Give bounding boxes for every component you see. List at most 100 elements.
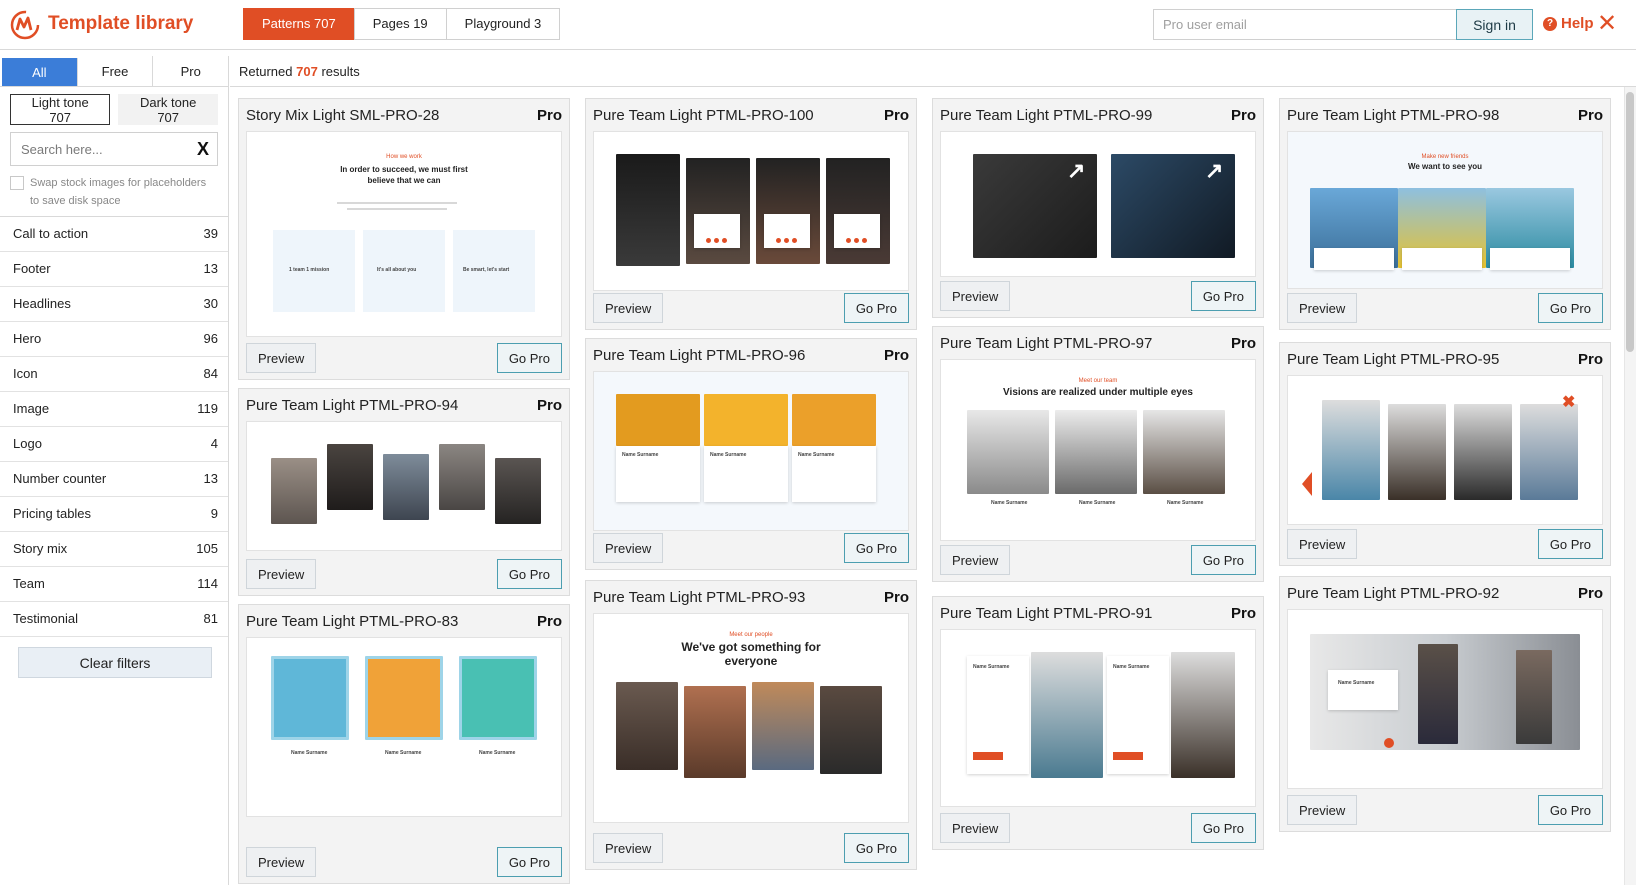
preview-button[interactable]: Preview [593,833,664,863]
tab-patterns[interactable]: Patterns 707 [243,8,355,40]
thumb-name: Name Surname [710,452,747,458]
go-pro-button[interactable]: Go Pro [843,833,909,863]
card-title: Pure Team Light PTML-PRO-93 [593,588,806,606]
results-summary: Returned 707 results [230,56,1636,87]
template-thumbnail[interactable]: Make new friends We want to see you [1287,131,1603,289]
category-item[interactable]: Hero 96 [0,322,228,357]
preview-button[interactable]: Preview [940,813,1011,843]
template-thumbnail[interactable]: Name Surname Name Surname Name Surname [593,371,909,531]
category-label: Icon [13,366,38,381]
clear-filters-button[interactable]: Clear filters [18,647,212,678]
pro-badge: Pro [1577,584,1603,602]
template-thumbnail[interactable]: ↗ ↗ [940,131,1256,277]
category-item[interactable]: Number counter 13 [0,462,228,497]
go-pro-button[interactable]: Go Pro [1537,293,1603,323]
preview-button[interactable]: Preview [940,545,1011,575]
category-item[interactable]: Image 119 [0,392,228,427]
category-count: 9 [210,506,218,521]
template-thumbnail[interactable]: How we work In order to succeed, we must… [246,131,562,337]
go-pro-button[interactable]: Go Pro [1190,281,1256,311]
help-link[interactable]: ? Help [1543,15,1594,32]
category-item[interactable]: Footer 13 [0,252,228,287]
results-count: 707 [296,64,318,79]
pro-badge: Pro [1230,604,1256,622]
swap-images-option: Swap stock images for placeholders to sa… [0,166,228,210]
search-input[interactable] [11,133,217,165]
preview-button[interactable]: Preview [246,559,317,589]
go-pro-button[interactable]: Go Pro [843,533,909,563]
category-label: Footer [13,261,51,276]
category-count: 114 [197,576,218,591]
go-pro-button[interactable]: Go Pro [1537,795,1603,825]
preview-button[interactable]: Preview [1287,293,1358,323]
card-title: Story Mix Light SML-PRO-28 [246,106,440,124]
filter-tab-free[interactable]: Free [78,56,154,86]
category-item[interactable]: Icon 84 [0,357,228,392]
go-pro-button[interactable]: Go Pro [843,293,909,323]
pro-badge: Pro [1577,350,1603,368]
thumb-name: Name Surname [385,750,422,756]
template-card: Pure Team Light PTML-PRO-96 Pro Name Surn… [585,338,917,570]
tone-toggle: Light tone 707 Dark tone 707 [0,87,228,125]
template-thumbnail[interactable] [593,131,909,291]
light-tone-button[interactable]: Light tone 707 [10,94,111,125]
tab-pages[interactable]: Pages 19 [353,8,447,40]
go-pro-button[interactable]: Go Pro [1190,813,1256,843]
category-label: Call to action [13,226,89,241]
thumb-headline: We've got something for everyone [681,640,821,668]
template-thumbnail[interactable]: Name Surname [1287,609,1603,789]
template-thumbnail[interactable]: Meet our people We've got something for … [593,613,909,823]
template-thumbnail[interactable]: Meet our team Visions are realized under… [940,359,1256,541]
category-item[interactable]: Team 114 [0,567,228,602]
pro-email-input[interactable] [1153,9,1458,40]
pro-badge: Pro [883,106,909,124]
pro-badge: Pro [1230,334,1256,352]
thumb-name: Name Surname [798,452,835,458]
pro-badge: Pro [1230,106,1256,124]
dark-tone-button[interactable]: Dark tone 707 [118,94,218,125]
swap-images-checkbox[interactable] [10,176,24,190]
preview-button[interactable]: Preview [593,533,664,563]
question-circle-icon: ? [1543,16,1557,31]
template-thumbnail[interactable]: Name Surname Name Surname [940,629,1256,807]
preview-button[interactable]: Preview [246,847,317,877]
category-item[interactable]: Testimonial 81 [0,602,228,637]
go-pro-button[interactable]: Go Pro [1537,529,1603,559]
preview-button[interactable]: Preview [593,293,664,323]
sign-in-button[interactable]: Sign in [1456,9,1533,40]
swap-images-label: Swap stock images for placeholders to sa… [30,177,207,207]
category-label: Number counter [13,471,107,486]
category-item[interactable]: Call to action 39 [0,217,228,252]
go-pro-button[interactable]: Go Pro [496,343,562,373]
search-box: X [10,132,218,166]
filter-tab-all[interactable]: All [2,58,78,86]
category-label: Team [13,576,45,591]
tab-playground[interactable]: Playground 3 [445,8,561,40]
category-item[interactable]: Story mix 105 [0,532,228,567]
category-item[interactable]: Logo 4 [0,427,228,462]
category-count: 13 [203,471,218,486]
top-header: Template library Patterns 707 Pages 19 P… [0,0,1636,50]
search-clear-icon[interactable]: X [197,139,209,160]
template-thumbnail[interactable] [246,421,562,551]
template-thumbnail[interactable]: ✖ [1287,375,1603,525]
app-title: Template library [48,13,194,34]
thumb-headline: In order to succeed, we must first belie… [340,165,468,185]
go-pro-button[interactable]: Go Pro [496,847,562,877]
pro-badge: Pro [536,106,562,124]
category-item[interactable]: Pricing tables 9 [0,497,228,532]
go-pro-button[interactable]: Go Pro [1190,545,1256,575]
thumb-name: Name Surname [622,452,659,458]
preview-button[interactable]: Preview [246,343,317,373]
template-thumbnail[interactable]: Name Surname Name Surname Name Surname [246,637,562,817]
go-pro-button[interactable]: Go Pro [496,559,562,589]
category-count: 13 [203,261,218,276]
preview-button[interactable]: Preview [1287,795,1358,825]
preview-button[interactable]: Preview [940,281,1011,311]
preview-button[interactable]: Preview [1287,529,1358,559]
close-icon[interactable]: ✕ [1597,12,1617,36]
template-card: Story Mix Light SML-PRO-28 Pro How we wor… [238,98,570,380]
filter-tab-pro[interactable]: Pro [153,56,228,86]
category-item[interactable]: Headlines 30 [0,287,228,322]
results-scrollbar-thumb[interactable] [1626,92,1634,352]
